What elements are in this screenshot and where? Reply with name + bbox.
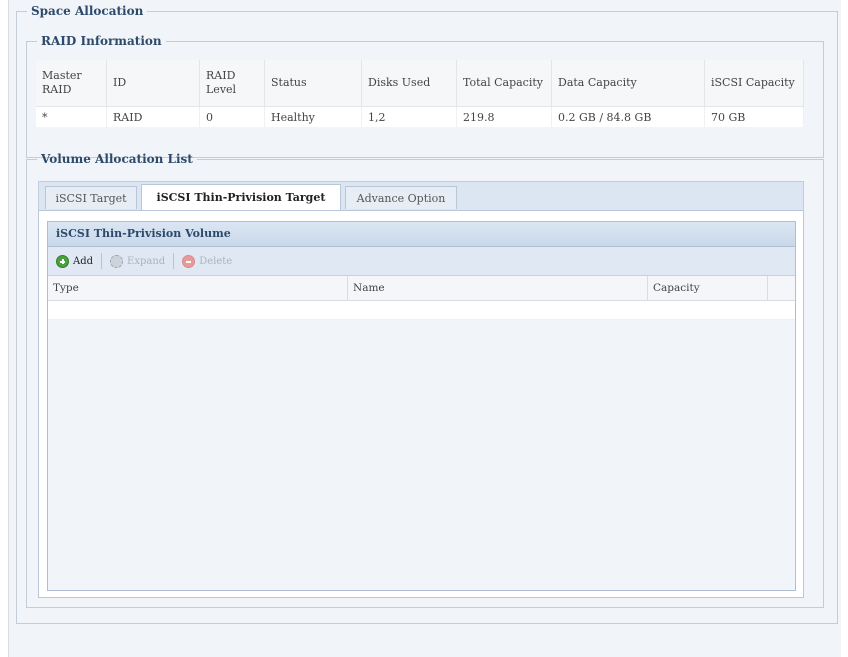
expand-button[interactable]: Expand bbox=[110, 254, 166, 268]
panel-title: iSCSI Thin-Privision Volume bbox=[48, 222, 795, 247]
delete-button[interactable]: Delete bbox=[182, 254, 233, 268]
table-row[interactable]: * RAID 0 Healthy 1,2 219.8 0.2 GB / 84.8… bbox=[36, 106, 804, 127]
volume-allocation-title: Volume Allocation List bbox=[41, 152, 193, 166]
tab-iscsi-target[interactable]: iSCSI Target bbox=[45, 186, 137, 209]
cell-status: Healthy bbox=[264, 106, 362, 127]
toolbar-separator bbox=[101, 253, 103, 269]
expand-icon bbox=[110, 254, 124, 268]
col-capacity[interactable]: Capacity bbox=[648, 276, 768, 300]
col-raid-level[interactable]: RAID Level bbox=[199, 60, 265, 107]
toolbar: Add Expand Delete bbox=[48, 247, 795, 276]
cell-iscsi-capacity: 70 GB bbox=[704, 106, 804, 127]
col-total-capacity[interactable]: Total Capacity bbox=[456, 60, 552, 107]
tab-iscsi-thin-provision-target[interactable]: iSCSI Thin-Privision Target bbox=[141, 184, 341, 210]
raid-information-title: RAID Information bbox=[41, 34, 162, 48]
col-type[interactable]: Type bbox=[48, 276, 348, 300]
tab-advance-option[interactable]: Advance Option bbox=[345, 186, 457, 209]
col-id[interactable]: ID bbox=[106, 60, 200, 107]
add-label: Add bbox=[73, 255, 94, 267]
cell-master-raid: * bbox=[36, 106, 107, 127]
volume-grid-header: Type Name Capacity bbox=[48, 276, 795, 301]
cell-data-capacity: 0.2 GB / 84.8 GB bbox=[551, 106, 705, 127]
col-name[interactable]: Name bbox=[348, 276, 648, 300]
tab-bar: iSCSI Target iSCSI Thin-Privision Target… bbox=[38, 181, 804, 211]
delete-icon bbox=[182, 254, 196, 268]
col-data-capacity[interactable]: Data Capacity bbox=[551, 60, 705, 107]
expand-label: Expand bbox=[127, 255, 166, 267]
thin-provision-volume-panel: iSCSI Thin-Privision Volume Add Expand D… bbox=[47, 221, 796, 591]
space-allocation-title: Space Allocation bbox=[31, 4, 144, 18]
delete-label: Delete bbox=[199, 255, 233, 267]
col-filler bbox=[768, 276, 795, 300]
add-icon bbox=[56, 254, 69, 268]
cell-disks-used: 1,2 bbox=[361, 106, 457, 127]
raid-table-header-row: Master RAID ID RAID Level Status Disks U… bbox=[36, 60, 804, 107]
cell-total-capacity: 219.8 bbox=[456, 106, 552, 127]
raid-table: Master RAID ID RAID Level Status Disks U… bbox=[36, 60, 804, 127]
col-status[interactable]: Status bbox=[264, 60, 362, 107]
col-disks-used[interactable]: Disks Used bbox=[361, 60, 457, 107]
col-master-raid[interactable]: Master RAID bbox=[36, 60, 107, 107]
cell-raid-level: 0 bbox=[199, 106, 265, 127]
cell-id: RAID bbox=[106, 106, 200, 127]
volume-grid-empty-row bbox=[48, 301, 795, 320]
toolbar-separator bbox=[173, 253, 175, 269]
col-iscsi-capacity[interactable]: iSCSI Capacity bbox=[704, 60, 804, 107]
tab-panel: iSCSI Thin-Privision Volume Add Expand D… bbox=[38, 210, 804, 598]
add-button[interactable]: Add bbox=[56, 254, 94, 268]
